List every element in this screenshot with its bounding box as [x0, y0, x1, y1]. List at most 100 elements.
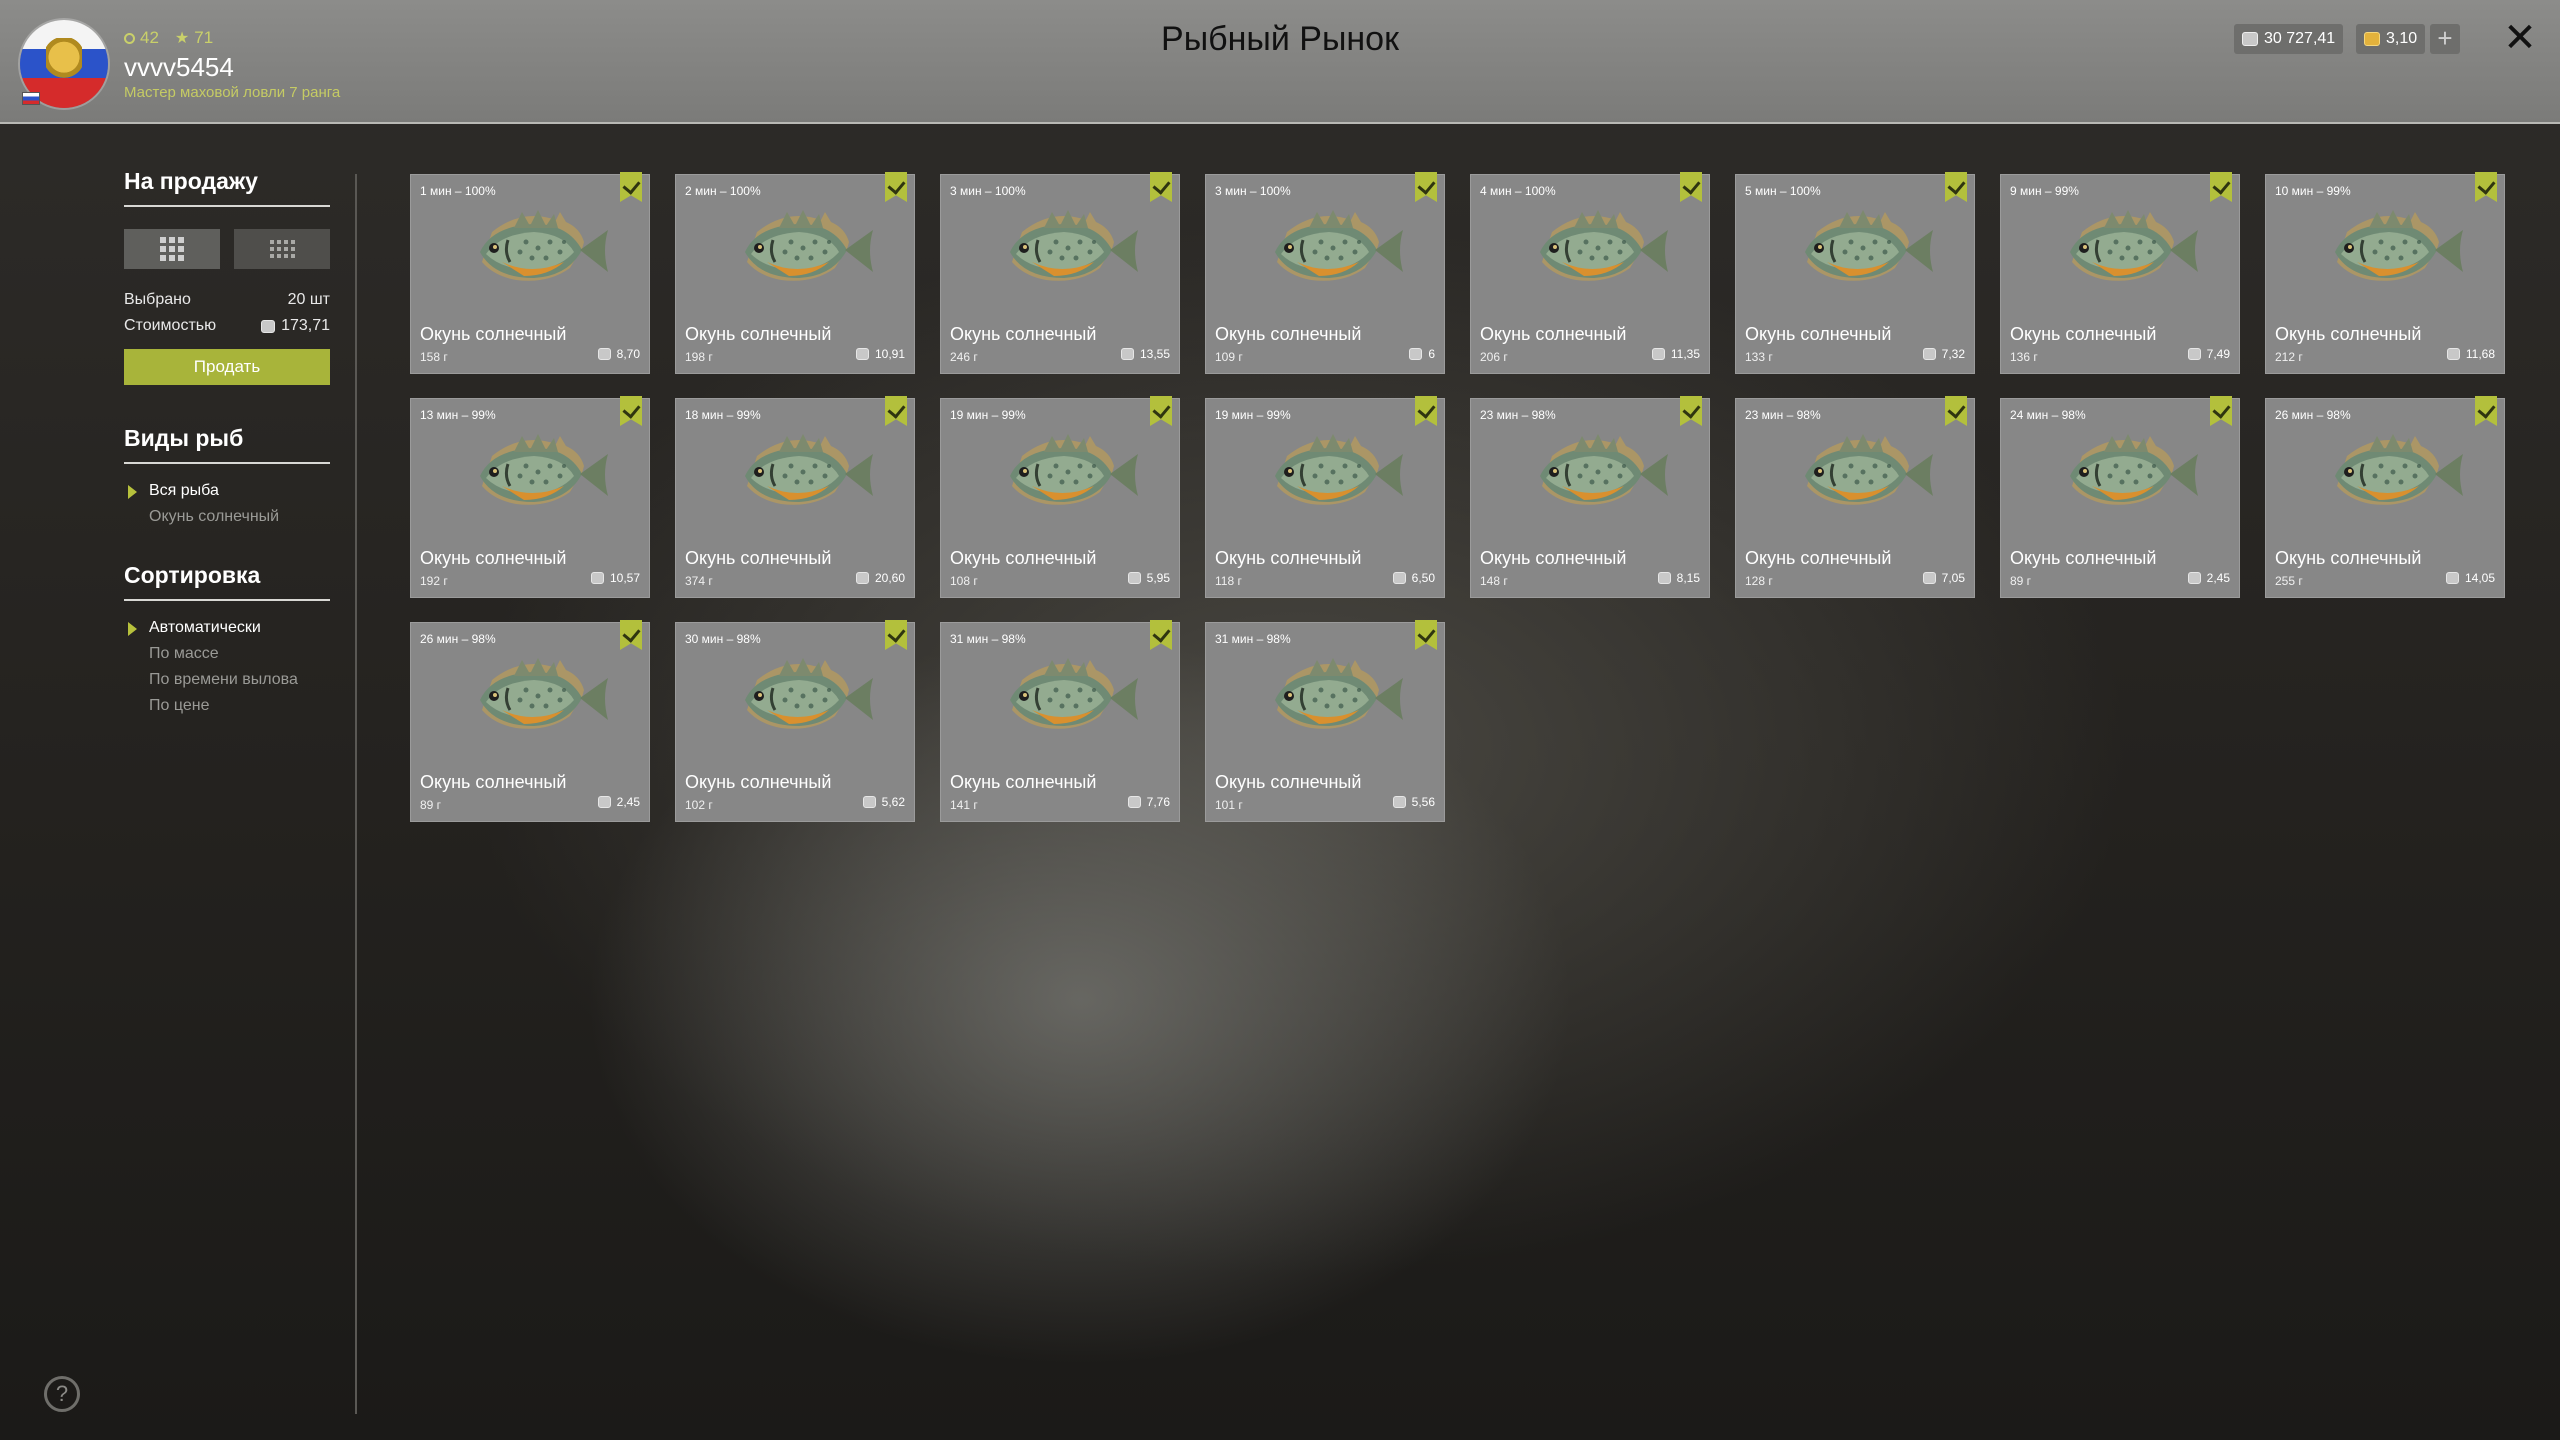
sunfish-icon: [480, 210, 608, 281]
fish-weight: 246 г: [950, 350, 978, 364]
fish-price: 7,05: [1922, 571, 1965, 585]
sort-price[interactable]: По цене: [124, 693, 330, 719]
species-all[interactable]: Вся рыба: [124, 478, 330, 504]
fish-card[interactable]: 9 мин – 99% Окунь солнечный 136 г 7,49: [2000, 172, 2240, 374]
selected-check-icon[interactable]: [1415, 620, 1437, 650]
fish-weight: 133 г: [1745, 350, 1773, 364]
fish-card[interactable]: 1 мин – 100% Окунь солнечный 158 г 8,70: [410, 172, 650, 374]
cost-value-group: 173,71: [261, 317, 330, 335]
selected-check-icon[interactable]: [620, 620, 642, 650]
sort-catch-time-label: По времени вылова: [149, 671, 298, 688]
selected-check-icon[interactable]: [2475, 396, 2497, 426]
gold-balance[interactable]: 3,10: [2356, 24, 2426, 54]
fish-price-value: 14,05: [2464, 571, 2495, 585]
large-grid-view-button[interactable]: [124, 229, 220, 269]
selected-check-icon[interactable]: [1680, 396, 1702, 426]
sort-price-label: По цене: [149, 697, 210, 714]
help-button[interactable]: ?: [44, 1376, 80, 1412]
selected-value: 20 шт: [287, 291, 330, 308]
russia-flag-icon: [22, 92, 40, 105]
sunfish-icon: [1540, 210, 1668, 281]
silver-value: 30 727,41: [2264, 30, 2336, 47]
fish-card[interactable]: 3 мин – 100% Окунь солнечный 109 г 6: [1205, 172, 1445, 374]
sort-mass[interactable]: По массе: [124, 641, 330, 667]
view-toggles: [124, 229, 330, 269]
selected-check-icon[interactable]: [885, 172, 907, 202]
fish-card[interactable]: 26 мин – 98% Окунь солнечный 89 г 2,45: [410, 620, 650, 822]
add-currency-button[interactable]: +: [2430, 24, 2460, 54]
fish-name: Окунь солнечный: [420, 324, 567, 344]
fish-weight: 101 г: [1215, 798, 1243, 812]
small-grid-icon: [269, 240, 295, 258]
fish-card[interactable]: 4 мин – 100% Окунь солнечный 206 г 11,35: [1470, 172, 1710, 374]
fish-card[interactable]: 18 мин – 99% Окунь солнечный 374 г 20,60: [675, 396, 915, 598]
sort-catch-time[interactable]: По времени вылова: [124, 667, 330, 693]
fish-weight: 102 г: [685, 798, 713, 812]
selected-label: Выбрано: [124, 291, 191, 308]
fish-card[interactable]: 23 мин – 98% Окунь солнечный 128 г 7,05: [1735, 396, 1975, 598]
fish-card[interactable]: 23 мин – 98% Окунь солнечный 148 г 8,15: [1470, 396, 1710, 598]
silver-coin-icon: [855, 572, 869, 584]
sort-mass-label: По массе: [149, 645, 219, 662]
selected-check-icon[interactable]: [885, 396, 907, 426]
fish-card[interactable]: 3 мин – 100% Окунь солнечный 246 г 13,55: [940, 172, 1180, 374]
silver-coin-icon: [2187, 348, 2201, 360]
selected-check-icon[interactable]: [1415, 396, 1437, 426]
silver-coin-icon: [1922, 348, 1936, 360]
selected-check-icon[interactable]: [1945, 396, 1967, 426]
catch-time: 3 мин – 100%: [950, 184, 1026, 198]
fish-price-value: 10,57: [609, 571, 640, 585]
fish-name: Окунь солнечный: [2010, 324, 2157, 344]
sunfish-icon: [1010, 434, 1138, 505]
selected-check-icon[interactable]: [620, 396, 642, 426]
catch-time: 18 мин – 99%: [685, 408, 761, 422]
fish-card[interactable]: 26 мин – 98% Окунь солнечный 255 г 14,05: [2265, 396, 2505, 598]
selected-check-icon[interactable]: [1415, 172, 1437, 202]
catch-time: 24 мин – 98%: [2010, 408, 2086, 422]
selected-check-icon[interactable]: [1150, 396, 1172, 426]
sort-auto[interactable]: Автоматически: [124, 615, 330, 641]
fish-card[interactable]: 31 мин – 98% Окунь солнечный 141 г 7,76: [940, 620, 1180, 822]
small-grid-view-button[interactable]: [234, 229, 330, 269]
sell-button[interactable]: Продать: [124, 349, 330, 385]
fish-price: 7,76: [1127, 795, 1170, 809]
catch-time: 13 мин – 99%: [420, 408, 496, 422]
fish-card[interactable]: 5 мин – 100% Окунь солнечный 133 г 7,32: [1735, 172, 1975, 374]
fish-card[interactable]: 31 мин – 98% Окунь солнечный 101 г 5,56: [1205, 620, 1445, 822]
silver-balance[interactable]: 30 727,41: [2234, 24, 2344, 54]
species-sunfish-label: Окунь солнечный: [149, 508, 280, 525]
fish-card[interactable]: 19 мин – 99% Окунь солнечный 118 г 6,50: [1205, 396, 1445, 598]
selected-check-icon[interactable]: [2475, 172, 2497, 202]
fish-price: 8,15: [1657, 571, 1700, 585]
fish-name: Окунь солнечный: [685, 548, 832, 568]
selected-check-icon[interactable]: [1680, 172, 1702, 202]
selected-check-icon[interactable]: [1150, 172, 1172, 202]
selected-check-icon[interactable]: [885, 620, 907, 650]
fish-weight: 89 г: [2010, 574, 2032, 588]
catch-time: 23 мин – 98%: [1745, 408, 1821, 422]
sunfish-icon: [480, 658, 608, 729]
selected-check-icon[interactable]: [1150, 620, 1172, 650]
fish-weight: 192 г: [420, 574, 448, 588]
selected-check-icon[interactable]: [620, 172, 642, 202]
species-sunfish[interactable]: Окунь солнечный: [124, 504, 330, 530]
sunfish-icon: [745, 210, 873, 281]
page-title: Рыбный Рынок: [1161, 20, 1399, 58]
selected-check-icon[interactable]: [2210, 172, 2232, 202]
close-button[interactable]: ✕: [2500, 18, 2540, 58]
sunfish-icon: [1010, 658, 1138, 729]
fish-card[interactable]: 2 мин – 100% Окунь солнечный 198 г 10,91: [675, 172, 915, 374]
fish-price-value: 7,05: [1941, 571, 1965, 585]
fish-card[interactable]: 19 мин – 99% Окунь солнечный 108 г 5,95: [940, 396, 1180, 598]
selected-check-icon[interactable]: [2210, 396, 2232, 426]
fish-weight: 141 г: [950, 798, 978, 812]
fish-card[interactable]: 24 мин – 98% Окунь солнечный 89 г 2,45: [2000, 396, 2240, 598]
fish-card[interactable]: 13 мин – 99% Окунь солнечный 192 г 10,57: [410, 396, 650, 598]
fish-price: 7,32: [1922, 347, 1965, 361]
selected-check-icon[interactable]: [1945, 172, 1967, 202]
fish-name: Окунь солнечный: [950, 324, 1097, 344]
fish-card[interactable]: 30 мин – 98% Окунь солнечный 102 г 5,62: [675, 620, 915, 822]
fish-name: Окунь солнечный: [1480, 548, 1627, 568]
sunfish-icon: [2070, 434, 2198, 505]
fish-card[interactable]: 10 мин – 99% Окунь солнечный 212 г 11,68: [2265, 172, 2505, 374]
